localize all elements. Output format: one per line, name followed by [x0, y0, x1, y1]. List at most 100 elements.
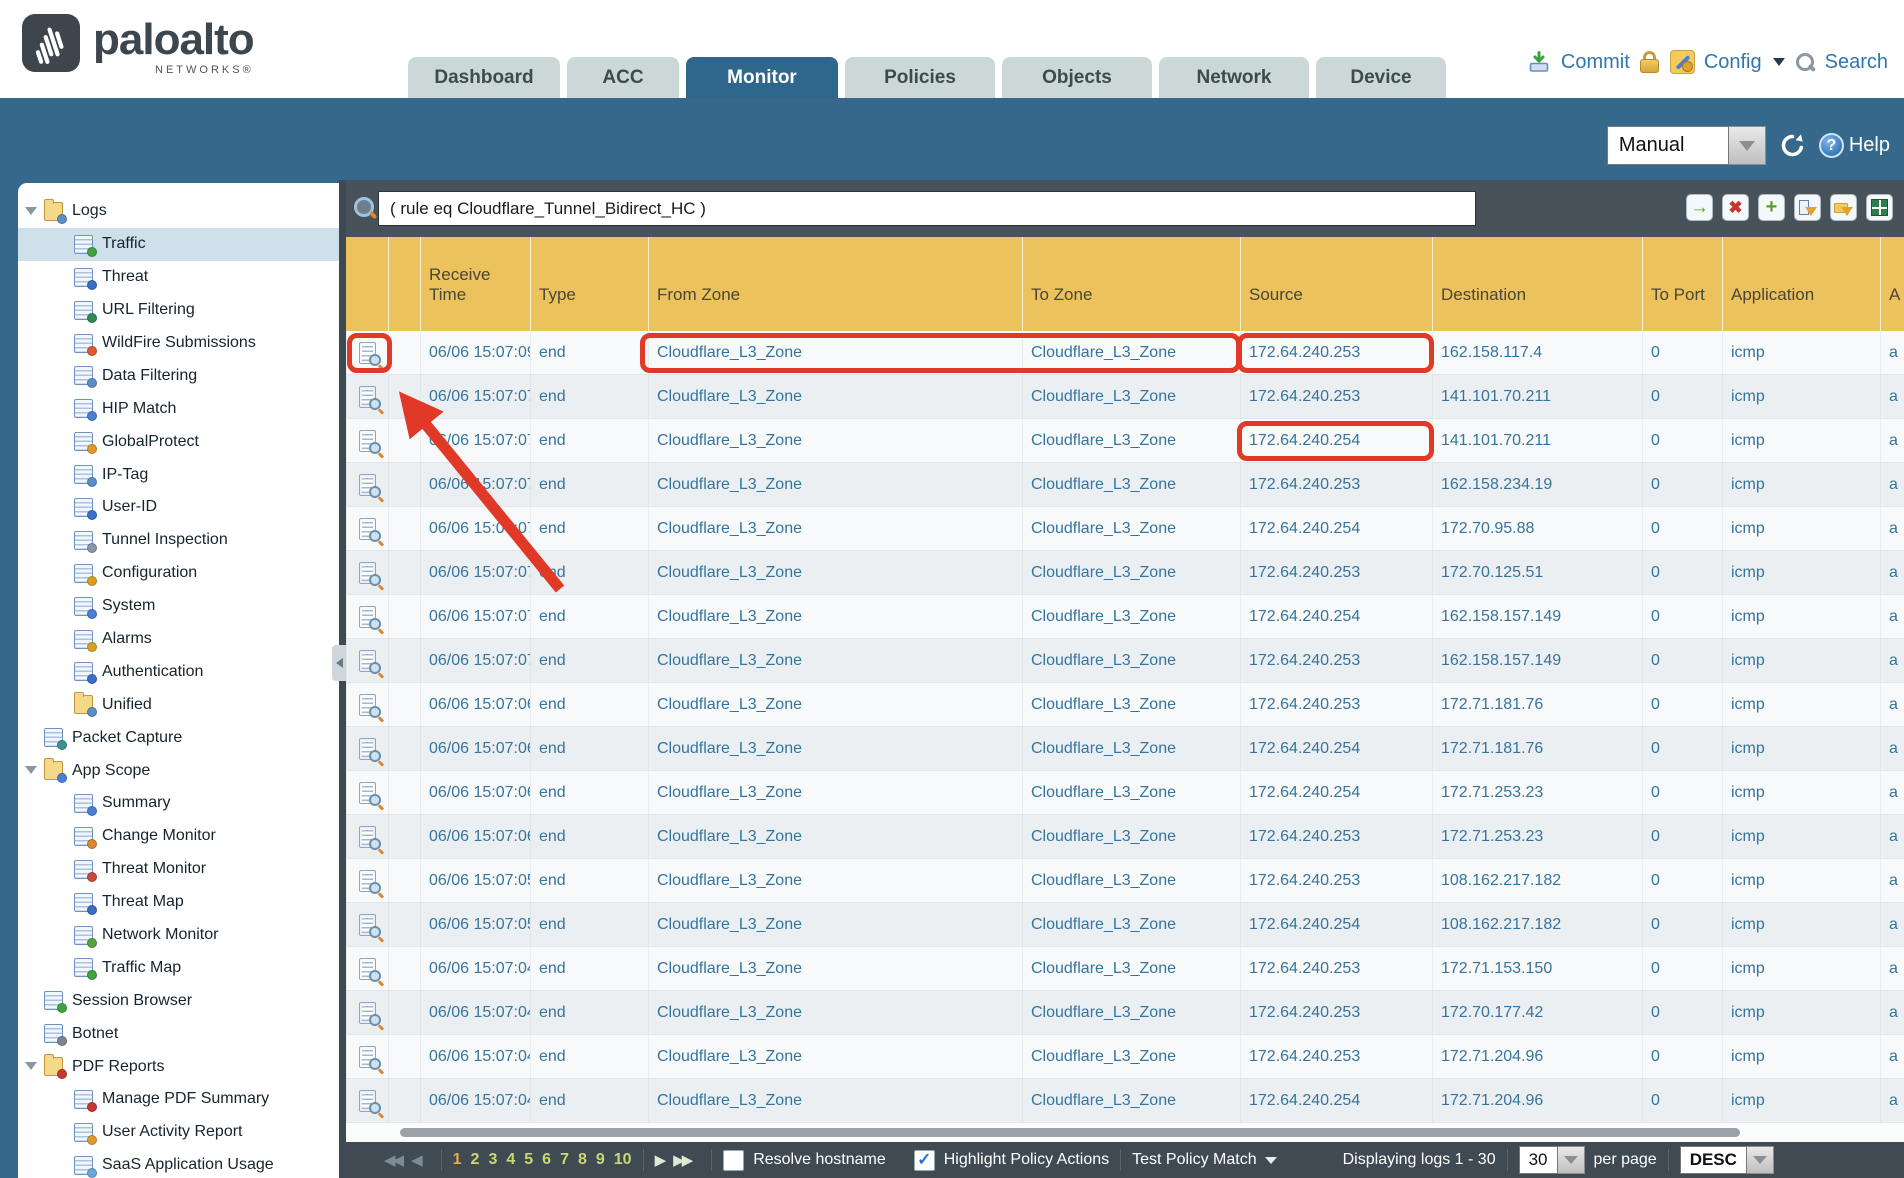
cell-from-zone[interactable]: Cloudflare_L3_Zone [648, 419, 1022, 462]
tab-objects[interactable]: Objects [1002, 57, 1152, 98]
column-header-from-zone[interactable]: From Zone [648, 237, 1022, 331]
cell-source[interactable]: 172.64.240.254 [1240, 419, 1432, 462]
cell-source[interactable]: 172.64.240.254 [1240, 727, 1432, 770]
tab-device[interactable]: Device [1316, 57, 1446, 98]
cell-receive-time[interactable]: 06/06 15:07:07 [420, 463, 530, 506]
commit-button[interactable]: Commit [1561, 51, 1630, 74]
cell-source[interactable]: 172.64.240.253 [1240, 815, 1432, 858]
horizontal-scrollbar-thumb[interactable] [400, 1128, 1740, 1137]
sidebar-collapse-handle[interactable] [332, 645, 346, 681]
sidebar-item-threat[interactable]: Threat [18, 261, 346, 294]
cell-from-zone[interactable]: Cloudflare_L3_Zone [648, 639, 1022, 682]
cell-receive-time[interactable]: 06/06 15:07:04 [420, 947, 530, 990]
column-header-receive-time[interactable]: Receive Time [420, 237, 530, 331]
table-row[interactable]: 06/06 15:07:07endCloudflare_L3_ZoneCloud… [346, 375, 1904, 419]
cell-source[interactable]: 172.64.240.254 [1240, 507, 1432, 550]
cell-receive-time[interactable]: 06/06 15:07:06 [420, 815, 530, 858]
last-page-button[interactable]: ▶▶ [673, 1151, 690, 1169]
table-row[interactable]: 06/06 15:07:04endCloudflare_L3_ZoneCloud… [346, 947, 1904, 991]
cell-to-port[interactable]: 0 [1642, 947, 1722, 990]
cell-from-zone[interactable]: Cloudflare_L3_Zone [648, 595, 1022, 638]
cell-source[interactable]: 172.64.240.254 [1240, 1079, 1432, 1122]
table-row[interactable]: 06/06 15:07:06endCloudflare_L3_ZoneCloud… [346, 771, 1904, 815]
cell-type[interactable]: end [530, 1079, 648, 1122]
cell-to-zone[interactable]: Cloudflare_L3_Zone [1022, 903, 1240, 946]
tab-monitor[interactable]: Monitor [686, 57, 838, 98]
cell-destination[interactable]: 172.70.95.88 [1432, 507, 1642, 550]
cell-to-port[interactable]: 0 [1642, 595, 1722, 638]
sidebar-item-system[interactable]: System [18, 590, 346, 623]
cell-from-zone[interactable]: Cloudflare_L3_Zone [648, 1035, 1022, 1078]
cell-type[interactable]: end [530, 463, 648, 506]
table-row[interactable]: 06/06 15:07:04endCloudflare_L3_ZoneCloud… [346, 1079, 1904, 1123]
cell-application[interactable]: icmp [1722, 903, 1880, 946]
cell-type[interactable]: end [530, 375, 648, 418]
test-policy-match-button[interactable]: Test Policy Match [1132, 1151, 1256, 1169]
cell-to-zone[interactable]: Cloudflare_L3_Zone [1022, 507, 1240, 550]
apply-filter-icon[interactable]: → [1686, 194, 1713, 221]
cell-from-zone[interactable]: Cloudflare_L3_Zone [648, 551, 1022, 594]
sidebar-item-threat-monitor[interactable]: Threat Monitor [18, 853, 346, 886]
sidebar-item-configuration[interactable]: Configuration [18, 557, 346, 590]
cell-application[interactable]: icmp [1722, 507, 1880, 550]
cell-from-zone[interactable]: Cloudflare_L3_Zone [648, 683, 1022, 726]
page-number-10[interactable]: 10 [614, 1151, 632, 1169]
table-row[interactable]: 06/06 15:07:05endCloudflare_L3_ZoneCloud… [346, 859, 1904, 903]
highlight-policy-actions-checkbox[interactable] [914, 1150, 935, 1171]
cell-to-port[interactable]: 0 [1642, 331, 1722, 374]
cell-to-port[interactable]: 0 [1642, 1035, 1722, 1078]
cell-source[interactable]: 172.64.240.253 [1240, 463, 1432, 506]
cell-application[interactable]: icmp [1722, 991, 1880, 1034]
cell-destination[interactable]: 162.158.157.149 [1432, 595, 1642, 638]
sidebar-item-saas-application-usage[interactable]: SaaS Application Usage [18, 1149, 346, 1178]
cell-type[interactable]: end [530, 595, 648, 638]
filter-query-input[interactable] [378, 191, 1476, 226]
cell-receive-time[interactable]: 06/06 15:07:04 [420, 991, 530, 1034]
sidebar-item-ip-tag[interactable]: IP-Tag [18, 458, 346, 491]
table-row[interactable]: 06/06 15:07:07endCloudflare_L3_ZoneCloud… [346, 463, 1904, 507]
sidebar-item-globalprotect[interactable]: GlobalProtect [18, 425, 346, 458]
table-row[interactable]: 06/06 15:07:06endCloudflare_L3_ZoneCloud… [346, 683, 1904, 727]
cell-application[interactable]: icmp [1722, 859, 1880, 902]
log-detail-icon[interactable] [346, 331, 388, 374]
prev-page-button[interactable]: ◀ [411, 1151, 420, 1169]
cell-to-port[interactable]: 0 [1642, 859, 1722, 902]
table-row[interactable]: 06/06 15:07:07endCloudflare_L3_ZoneCloud… [346, 639, 1904, 683]
page-number-2[interactable]: 2 [471, 1151, 480, 1169]
column-header-application[interactable]: Application [1722, 237, 1880, 331]
cell-application[interactable]: icmp [1722, 375, 1880, 418]
table-row[interactable]: 06/06 15:07:07endCloudflare_L3_ZoneCloud… [346, 419, 1904, 463]
cell-destination[interactable]: 141.101.70.211 [1432, 419, 1642, 462]
cell-type[interactable]: end [530, 903, 648, 946]
log-detail-icon[interactable] [346, 771, 388, 814]
page-number-1[interactable]: 1 [453, 1151, 462, 1169]
cell-destination[interactable]: 172.70.125.51 [1432, 551, 1642, 594]
cell-source[interactable]: 172.64.240.253 [1240, 859, 1432, 902]
sidebar-item-traffic-map[interactable]: Traffic Map [18, 951, 346, 984]
sidebar-item-threat-map[interactable]: Threat Map [18, 886, 346, 919]
per-page-select[interactable]: 30 [1519, 1146, 1585, 1174]
cell-source[interactable]: 172.64.240.253 [1240, 639, 1432, 682]
export-icon[interactable] [1866, 194, 1893, 221]
log-detail-icon[interactable] [346, 375, 388, 418]
cell-from-zone[interactable]: Cloudflare_L3_Zone [648, 903, 1022, 946]
log-detail-icon[interactable] [346, 419, 388, 462]
lock-icon[interactable] [1639, 50, 1661, 74]
cell-destination[interactable]: 172.71.153.150 [1432, 947, 1642, 990]
sidebar-item-alarms[interactable]: Alarms [18, 623, 346, 656]
cell-type[interactable]: end [530, 859, 648, 902]
cell-destination[interactable]: 108.162.217.182 [1432, 859, 1642, 902]
cell-destination[interactable]: 141.101.70.211 [1432, 375, 1642, 418]
expander-icon[interactable] [25, 1062, 37, 1070]
column-header-a[interactable]: A [1880, 237, 1904, 331]
sidebar-item-user-activity-report[interactable]: User Activity Report [18, 1116, 346, 1149]
cell-application[interactable]: icmp [1722, 331, 1880, 374]
refresh-mode-dropdown-arrow[interactable] [1729, 126, 1766, 165]
cell-receive-time[interactable]: 06/06 15:07:07 [420, 639, 530, 682]
table-row[interactable]: 06/06 15:07:07endCloudflare_L3_ZoneCloud… [346, 595, 1904, 639]
cell-receive-time[interactable]: 06/06 15:07:04 [420, 1035, 530, 1078]
cell-to-zone[interactable]: Cloudflare_L3_Zone [1022, 771, 1240, 814]
cell-destination[interactable]: 162.158.157.149 [1432, 639, 1642, 682]
first-page-button[interactable]: ◀◀ [384, 1151, 401, 1169]
log-detail-icon[interactable] [346, 595, 388, 638]
